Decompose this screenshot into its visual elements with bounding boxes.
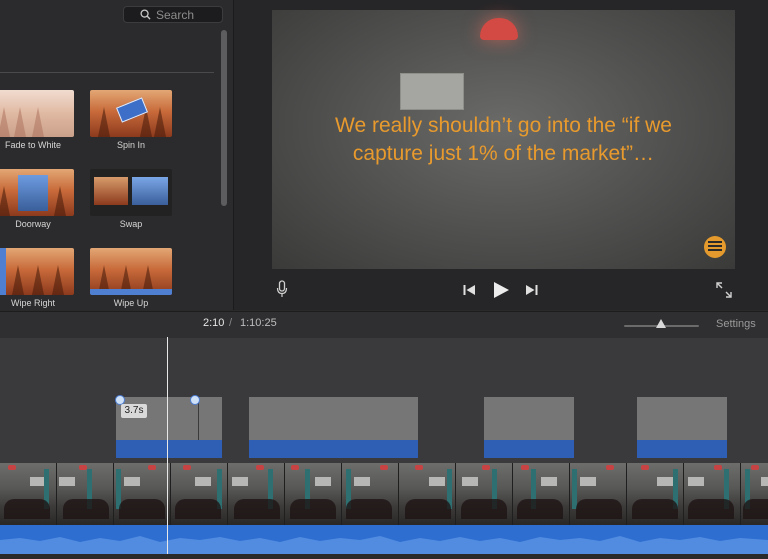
skip-forward-icon[interactable]	[525, 284, 538, 296]
video-frame	[456, 463, 513, 525]
transition-doorway[interactable]	[0, 169, 74, 216]
transition-label: Wipe Up	[113, 298, 149, 308]
video-frame	[570, 463, 627, 525]
video-frame	[684, 463, 741, 525]
caption-line-1: We really shouldn’t go into the “if we	[335, 114, 672, 137]
transition-label: Swap	[119, 219, 143, 229]
title-clip-bar[interactable]	[484, 440, 574, 458]
watermark-logo	[704, 236, 726, 258]
browser-scrollbar[interactable]	[221, 30, 227, 206]
transition-swap[interactable]	[90, 169, 172, 216]
video-track[interactable]	[0, 463, 768, 525]
play-icon[interactable]	[492, 281, 510, 299]
skip-back-icon[interactable]	[463, 284, 476, 296]
title-clip-bar[interactable]	[116, 440, 222, 458]
search-field[interactable]: Search	[123, 6, 223, 23]
audio-waveform	[0, 536, 768, 554]
title-clip[interactable]	[484, 397, 574, 440]
video-frame	[0, 463, 57, 525]
settings-button[interactable]: Settings	[716, 318, 756, 330]
video-frame	[285, 463, 342, 525]
video-frame	[513, 463, 570, 525]
browser-divider	[0, 72, 214, 73]
wall-screen-shape	[400, 73, 464, 110]
title-clip-bar[interactable]	[637, 440, 727, 458]
search-placeholder: Search	[156, 7, 195, 22]
title-clip[interactable]	[199, 397, 222, 440]
title-clip-bar[interactable]	[249, 440, 418, 458]
video-frame	[741, 463, 768, 525]
fullscreen-icon[interactable]	[716, 282, 732, 298]
video-frame	[342, 463, 399, 525]
video-frame	[171, 463, 228, 525]
time-separator: /	[229, 317, 233, 329]
video-frame	[399, 463, 456, 525]
duration-tooltip: 3.7s	[121, 404, 147, 418]
title-clip[interactable]	[637, 397, 727, 440]
microphone-icon[interactable]	[276, 280, 288, 298]
title-clip[interactable]	[249, 397, 418, 440]
video-frame	[57, 463, 114, 525]
transition-label: Spin In	[116, 140, 146, 150]
video-frame	[114, 463, 171, 525]
current-time: 2:10	[203, 317, 225, 329]
transition-spin-in[interactable]	[90, 90, 172, 137]
transition-label: Fade to White	[4, 140, 62, 150]
caption-line-2: capture just 1% of the market”…	[352, 142, 655, 165]
clip-trim-handle-right[interactable]	[190, 395, 200, 405]
zoom-slider-knob[interactable]	[656, 319, 666, 328]
audio-waveform-track[interactable]	[0, 525, 768, 554]
total-time: 1:10:25	[240, 317, 277, 329]
video-frame	[228, 463, 285, 525]
transition-label: Doorway	[15, 219, 51, 229]
transition-wipe-up[interactable]	[90, 248, 172, 295]
transition-wipe-right[interactable]	[0, 248, 74, 295]
transition-fade-to-white[interactable]	[0, 90, 74, 137]
search-icon	[140, 9, 151, 20]
playhead[interactable]	[167, 337, 168, 554]
transition-label: Wipe Right	[10, 298, 55, 308]
video-frame	[627, 463, 684, 525]
video-caption: We really shouldn’t go into the “if we c…	[290, 112, 717, 168]
